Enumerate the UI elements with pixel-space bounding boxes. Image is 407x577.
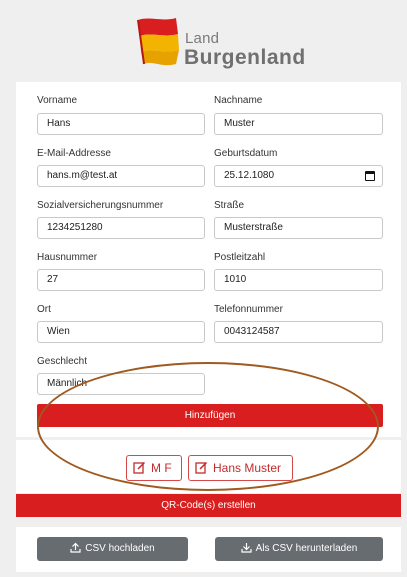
plz-label: Postleitzahl [214, 252, 266, 263]
vorname-label: Vorname [37, 95, 78, 106]
entry-chip-mf[interactable]: M F [126, 455, 182, 481]
entry-chip-label: Hans Muster [213, 461, 282, 475]
logo-text-burgenland: Burgenland [184, 46, 306, 69]
csv-upload-button[interactable]: CSV hochladen [37, 537, 188, 561]
land-burgenland-logo: Land Burgenland [132, 14, 305, 76]
geburtsdatum-label: Geburtsdatum [214, 148, 278, 159]
hausnummer-input[interactable]: 27 [37, 269, 205, 291]
logo-text-land: Land [185, 30, 220, 47]
strasse-label: Straße [214, 200, 245, 211]
geschlecht-select[interactable]: Männlich [37, 373, 205, 395]
entry-chip-label: M F [151, 461, 172, 475]
create-qr-codes-button[interactable]: QR-Code(s) erstellen [16, 494, 401, 517]
plz-input[interactable]: 1010 [214, 269, 383, 291]
ort-input[interactable]: Wien [37, 321, 205, 343]
vorname-input[interactable]: Hans [37, 113, 205, 135]
csv-download-button[interactable]: Als CSV herunterladen [215, 537, 383, 561]
telefon-label: Telefonnummer [214, 304, 283, 315]
add-button[interactable]: Hinzufügen [37, 404, 383, 427]
edit-icon [133, 461, 146, 474]
geburtsdatum-value: 25.12.1080 [224, 170, 275, 181]
email-input[interactable]: hans.m@test.at [37, 165, 205, 187]
entry-chip-hans-muster[interactable]: Hans Muster [188, 455, 293, 481]
hausnummer-label: Hausnummer [37, 252, 98, 263]
csv-download-label: Als CSV herunterladen [255, 543, 358, 554]
flag-icon [137, 18, 179, 66]
geburtsdatum-input[interactable]: 25.12.1080 [214, 165, 383, 187]
ort-label: Ort [37, 304, 51, 315]
strasse-input[interactable]: Musterstraße [214, 217, 383, 239]
csv-upload-label: CSV hochladen [85, 543, 155, 554]
edit-icon [195, 461, 208, 474]
svnr-input[interactable]: 1234251280 [37, 217, 205, 239]
download-icon [241, 543, 252, 553]
calendar-icon[interactable] [365, 171, 375, 181]
nachname-input[interactable]: Muster [214, 113, 383, 135]
email-label: E-Mail-Addresse [37, 148, 111, 159]
geschlecht-label: Geschlecht [37, 356, 88, 367]
svnr-label: Sozialversicherungsnummer [37, 200, 164, 211]
nachname-label: Nachname [214, 95, 263, 106]
telefon-input[interactable]: 0043124587 [214, 321, 383, 343]
upload-icon [70, 542, 81, 553]
